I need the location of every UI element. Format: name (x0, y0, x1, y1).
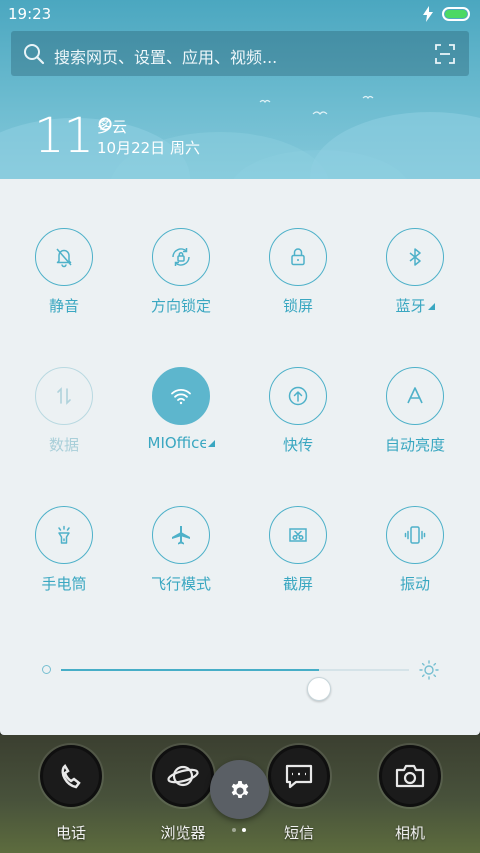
tile-label: 手电筒 (41, 575, 87, 593)
battery-level (445, 10, 467, 18)
phone-icon (40, 745, 102, 807)
tile-mobile-data[interactable]: 数据 (4, 367, 124, 477)
status-time: 19:23 (8, 5, 52, 23)
tile-label: MIOffice (121, 434, 241, 452)
lock-icon (269, 228, 327, 286)
tile-bluetooth[interactable]: 蓝牙 (355, 228, 475, 338)
tile-label: 蓝牙 (355, 295, 475, 316)
tile-flashlight[interactable]: 手电筒 (4, 506, 124, 616)
tile-quick-transfer[interactable]: 快传 (238, 367, 358, 477)
camera-icon (379, 745, 441, 807)
dock-item-messages[interactable]: 短信 (258, 745, 338, 845)
tile-vibrate[interactable]: 振动 (355, 506, 475, 616)
gear-icon (231, 780, 248, 798)
menu-triangle-icon[interactable] (427, 303, 435, 310)
dock-label: 短信 (283, 824, 314, 842)
wifi-icon (152, 367, 210, 425)
tile-label: 锁屏 (282, 297, 313, 315)
dock-item-camera[interactable]: 相机 (369, 745, 449, 845)
tile-label: 方向锁定 (150, 297, 211, 315)
message-icon (268, 745, 330, 807)
search-icon (24, 44, 45, 65)
notification-header: 19:23 搜索网页、设置、应用、视频... 11° 多云 10月22日 周六 (0, 0, 480, 182)
tile-airplane-mode[interactable]: 飞行模式 (121, 506, 241, 616)
brightness-fill (61, 669, 319, 671)
settings-button[interactable] (210, 760, 269, 819)
brightness-high-icon (419, 660, 439, 680)
bluetooth-icon (386, 228, 444, 286)
tile-auto-brightness[interactable]: 自动亮度 (355, 367, 475, 477)
brightness-track[interactable] (61, 669, 409, 701)
quick-settings-panel: 静音 方向锁定 锁屏 蓝牙 数据 MIOffice 快传 自动亮度 手电筒 飞行… (0, 179, 480, 735)
weather-condition: 多云 (97, 118, 128, 136)
status-bar: 19:23 (0, 0, 480, 28)
tile-screenshot[interactable]: 截屏 (238, 506, 358, 616)
flashlight-icon (35, 506, 93, 564)
menu-triangle-icon[interactable] (207, 440, 215, 447)
dock-item-phone[interactable]: 电话 (30, 745, 110, 845)
dock-label: 浏览器 (160, 824, 206, 842)
mute-bell-icon (35, 228, 93, 286)
tile-label: 飞行模式 (150, 575, 211, 593)
tile-label: 振动 (399, 575, 430, 593)
brightness-low-icon (42, 665, 51, 674)
mobile-data-icon (35, 367, 93, 425)
tile-label-text: MIOffice (147, 434, 206, 452)
tile-wifi[interactable]: MIOffice (121, 367, 241, 477)
dock-label: 相机 (394, 824, 425, 842)
page-dot-active (242, 828, 246, 832)
page-indicator (232, 828, 252, 834)
page-dot (232, 828, 236, 832)
tile-label: 数据 (48, 436, 79, 454)
search-input[interactable]: 搜索网页、设置、应用、视频... (54, 44, 277, 68)
brightness-slider[interactable] (0, 649, 480, 701)
scan-icon[interactable] (435, 44, 455, 64)
charging-bolt-icon (423, 6, 433, 22)
battery-icon (442, 7, 470, 21)
screenshot-icon (269, 506, 327, 564)
search-bar[interactable]: 搜索网页、设置、应用、视频... (11, 31, 469, 76)
brightness-thumb[interactable] (307, 677, 331, 701)
tile-label: 自动亮度 (384, 436, 445, 454)
tile-rotation-lock[interactable]: 方向锁定 (121, 228, 241, 338)
tile-label-text: 蓝牙 (395, 297, 426, 315)
rotation-lock-icon (152, 228, 210, 286)
airplane-icon (152, 506, 210, 564)
tile-label: 静音 (48, 297, 79, 315)
weather-date: 10月22日 周六 (97, 139, 200, 157)
vibrate-icon (386, 506, 444, 564)
tile-label: 快传 (282, 436, 313, 454)
auto-brightness-icon (386, 367, 444, 425)
tile-label: 截屏 (282, 575, 313, 593)
browser-icon (152, 745, 214, 807)
tile-lock-screen[interactable]: 锁屏 (238, 228, 358, 338)
quick-transfer-icon (269, 367, 327, 425)
birds-decoration (259, 95, 374, 115)
tile-mute[interactable]: 静音 (4, 228, 124, 338)
dock-label: 电话 (55, 824, 86, 842)
